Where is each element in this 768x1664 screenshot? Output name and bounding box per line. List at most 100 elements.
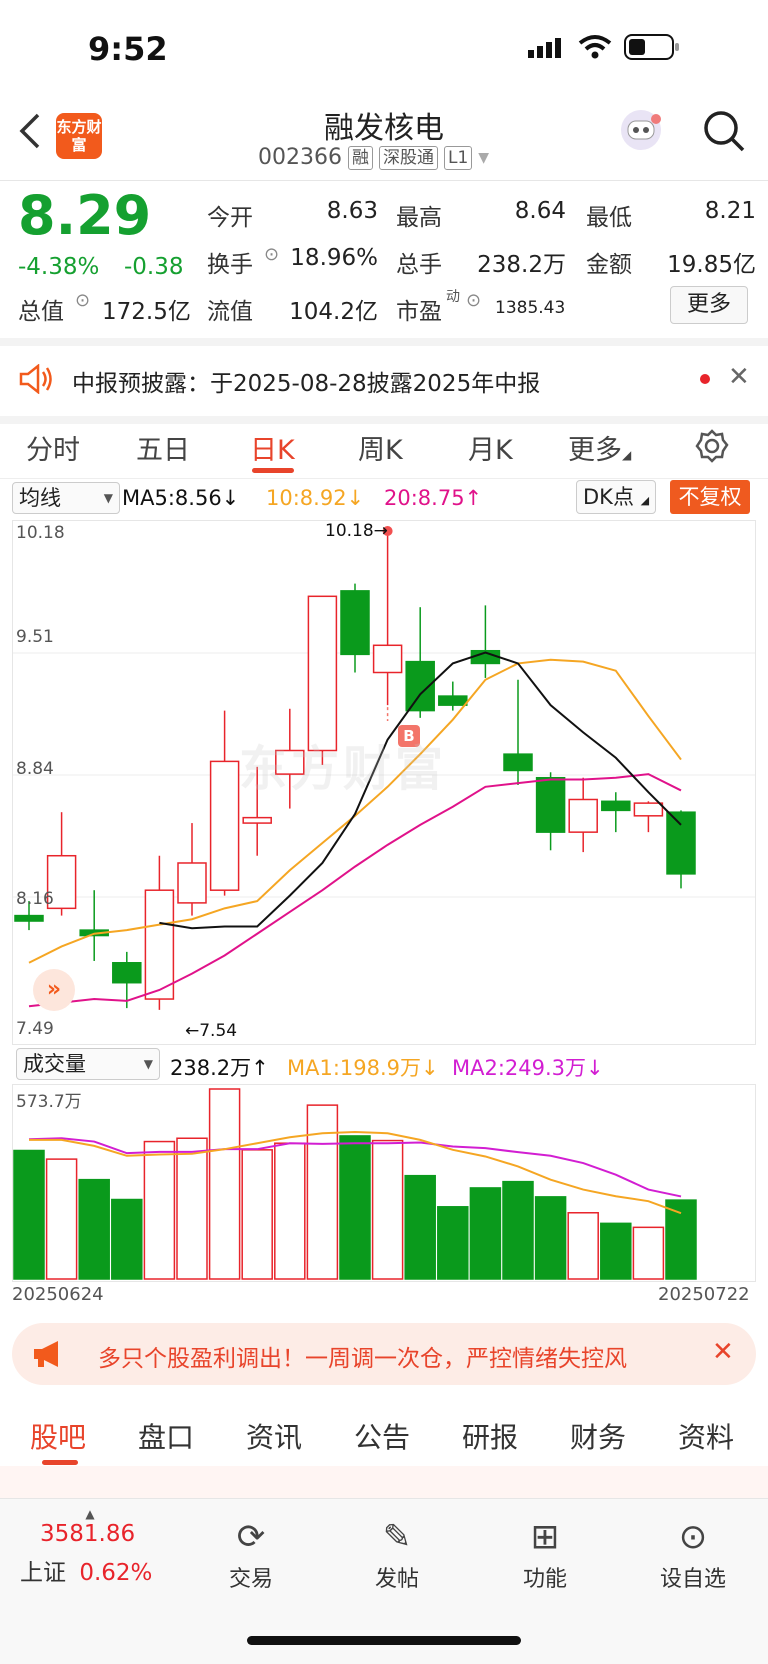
volume-chart[interactable]: 573.7万 <box>12 1084 756 1282</box>
active-tab-indicator <box>42 1460 78 1465</box>
stock-code-row[interactable]: 002366 融 深股通 L1 ▼ <box>258 145 489 170</box>
candle-body <box>601 800 631 812</box>
date-start-label: 20250624 <box>12 1284 104 1305</box>
index-name: 上证 <box>20 1560 66 1586</box>
y-tick-label: 8.16 <box>16 889 54 909</box>
post-button[interactable]: ✎ 发帖 <box>342 1517 452 1593</box>
volume-bar <box>143 1140 176 1280</box>
tab-more[interactable]: 更多◢ <box>568 428 631 467</box>
candle-body <box>372 644 403 674</box>
info-icon[interactable]: ⊙ <box>75 290 90 311</box>
megaphone-icon <box>32 1339 66 1373</box>
volume-bar <box>306 1104 339 1280</box>
indicator-select[interactable]: 均线 ▼ <box>12 482 120 514</box>
volume-select[interactable]: 成交量 ▼ <box>16 1048 160 1080</box>
volume-value: 238.2万↑ <box>170 1056 269 1080</box>
functions-button[interactable]: ⊞ 功能 <box>490 1517 600 1593</box>
candlestick-chart[interactable]: 10.18 9.51 8.84 8.16 7.49 10.18→ ←7.54 B… <box>12 520 756 1045</box>
tag-level: L1 <box>443 145 473 170</box>
high-value: 8.64 <box>514 198 566 224</box>
unread-dot <box>700 374 710 384</box>
open-label: 今开 <box>207 205 253 231</box>
candle-body <box>144 889 175 1000</box>
volume-bar <box>437 1206 469 1280</box>
index-pct: 0.62% <box>79 1560 153 1586</box>
settings-gear-icon[interactable] <box>694 428 730 468</box>
dropdown-triangle-icon: ▼ <box>103 491 113 505</box>
high-label: 最高 <box>396 205 442 231</box>
volume-max-label: 573.7万 <box>16 1092 82 1112</box>
volume-bar <box>241 1149 273 1280</box>
chevron-down-icon: ▼ <box>478 149 490 166</box>
change-pct: -4.38% <box>18 254 100 280</box>
adjust-toggle-button[interactable]: 不复权 <box>670 480 750 514</box>
volume-bar <box>665 1199 697 1280</box>
total-mv-value: 172.5亿 <box>102 299 191 325</box>
dropdown-triangle-icon: ▼ <box>143 1057 153 1071</box>
index-ticker[interactable]: ▲ 3581.86 上证 0.62% <box>20 1507 180 1587</box>
change-value: -0.38 <box>124 254 184 280</box>
stock-code: 002366 <box>258 145 342 170</box>
volume-bar <box>13 1149 45 1280</box>
tab-financials[interactable]: 财务 <box>570 1416 626 1456</box>
chart-watermark: 东方财富 <box>239 741 448 797</box>
candle-body <box>112 962 142 984</box>
tab-research[interactable]: 研报 <box>462 1416 518 1456</box>
robot-assistant-icon[interactable] <box>616 105 666 159</box>
pe-superscript: 动 <box>446 289 460 305</box>
more-button[interactable]: 更多 <box>670 286 748 324</box>
expand-arrow-icon[interactable]: » <box>33 969 75 1011</box>
volume-bar <box>600 1222 632 1280</box>
volume-bar <box>371 1139 404 1280</box>
promo-banner[interactable]: 多只个股盈利调出！一周调一次仓，严控情绪失控风 ✕ <box>12 1323 756 1385</box>
tab-announcements[interactable]: 公告 <box>354 1416 410 1456</box>
open-value: 8.63 <box>326 198 378 224</box>
candle-body <box>666 811 696 875</box>
close-icon[interactable]: ✕ <box>712 1337 734 1367</box>
tab-intraday[interactable]: 分时 <box>26 428 80 467</box>
volume-select-label: 成交量 <box>23 1052 86 1076</box>
stock-header: 东方财富 融发核电 002366 融 深股通 L1 ▼ <box>0 95 768 181</box>
tab-five-day[interactable]: 五日 <box>136 428 190 467</box>
date-end-label: 20250722 <box>658 1284 750 1305</box>
speaker-icon <box>18 363 54 398</box>
notice-bar[interactable]: 中报预披露：于2025-08-28披露2025年中报 ✕ <box>0 338 768 424</box>
tab-weekly-k[interactable]: 周K <box>358 428 403 467</box>
candle-body <box>568 798 598 833</box>
candle-body <box>535 776 566 833</box>
amount-value: 19.85亿 <box>667 252 756 278</box>
tab-profile[interactable]: 资料 <box>678 1416 734 1456</box>
search-icon[interactable] <box>702 109 746 157</box>
amount-label: 金额 <box>586 252 632 278</box>
volume-ma2: MA2:249.3万↓ <box>452 1056 604 1080</box>
volume-bar <box>404 1174 436 1280</box>
volume-svg <box>13 1088 697 1280</box>
current-price: 8.29 <box>18 184 152 247</box>
tab-monthly-k[interactable]: 月K <box>468 428 513 467</box>
volume-bar <box>78 1178 110 1280</box>
info-icon[interactable]: ⊙ <box>466 290 481 311</box>
tab-order-book[interactable]: 盘口 <box>138 1416 194 1456</box>
tab-forum[interactable]: 股吧 <box>30 1416 86 1456</box>
trade-button[interactable]: ⟳ 交易 <box>196 1517 306 1593</box>
candle-body <box>177 862 207 904</box>
close-icon[interactable]: ✕ <box>728 362 750 392</box>
active-tab-indicator <box>252 468 294 473</box>
info-icon[interactable]: ⊙ <box>264 244 279 265</box>
home-indicator <box>247 1636 521 1645</box>
functions-label: 功能 <box>522 1567 567 1592</box>
volume-label: 总手 <box>396 252 442 278</box>
wifi-icon <box>578 34 612 64</box>
tab-daily-k[interactable]: 日K <box>250 428 295 467</box>
status-bar: 9:52 <box>0 0 768 100</box>
trade-label: 交易 <box>228 1567 273 1592</box>
volume-bar <box>274 1142 306 1280</box>
pe-value: 1385.43 <box>495 298 566 318</box>
volume-bar <box>111 1198 143 1280</box>
tab-news[interactable]: 资讯 <box>246 1416 302 1456</box>
add-watchlist-button[interactable]: ⊙ 设自选 <box>638 1517 748 1593</box>
dk-point-button[interactable]: DK点 ◢ <box>576 480 657 514</box>
volume-bar <box>502 1180 534 1280</box>
info-tabs: 股吧 盘口 资讯 公告 研报 财务 资料 <box>0 1398 768 1465</box>
up-triangle-icon: ▲ <box>85 1507 95 1521</box>
